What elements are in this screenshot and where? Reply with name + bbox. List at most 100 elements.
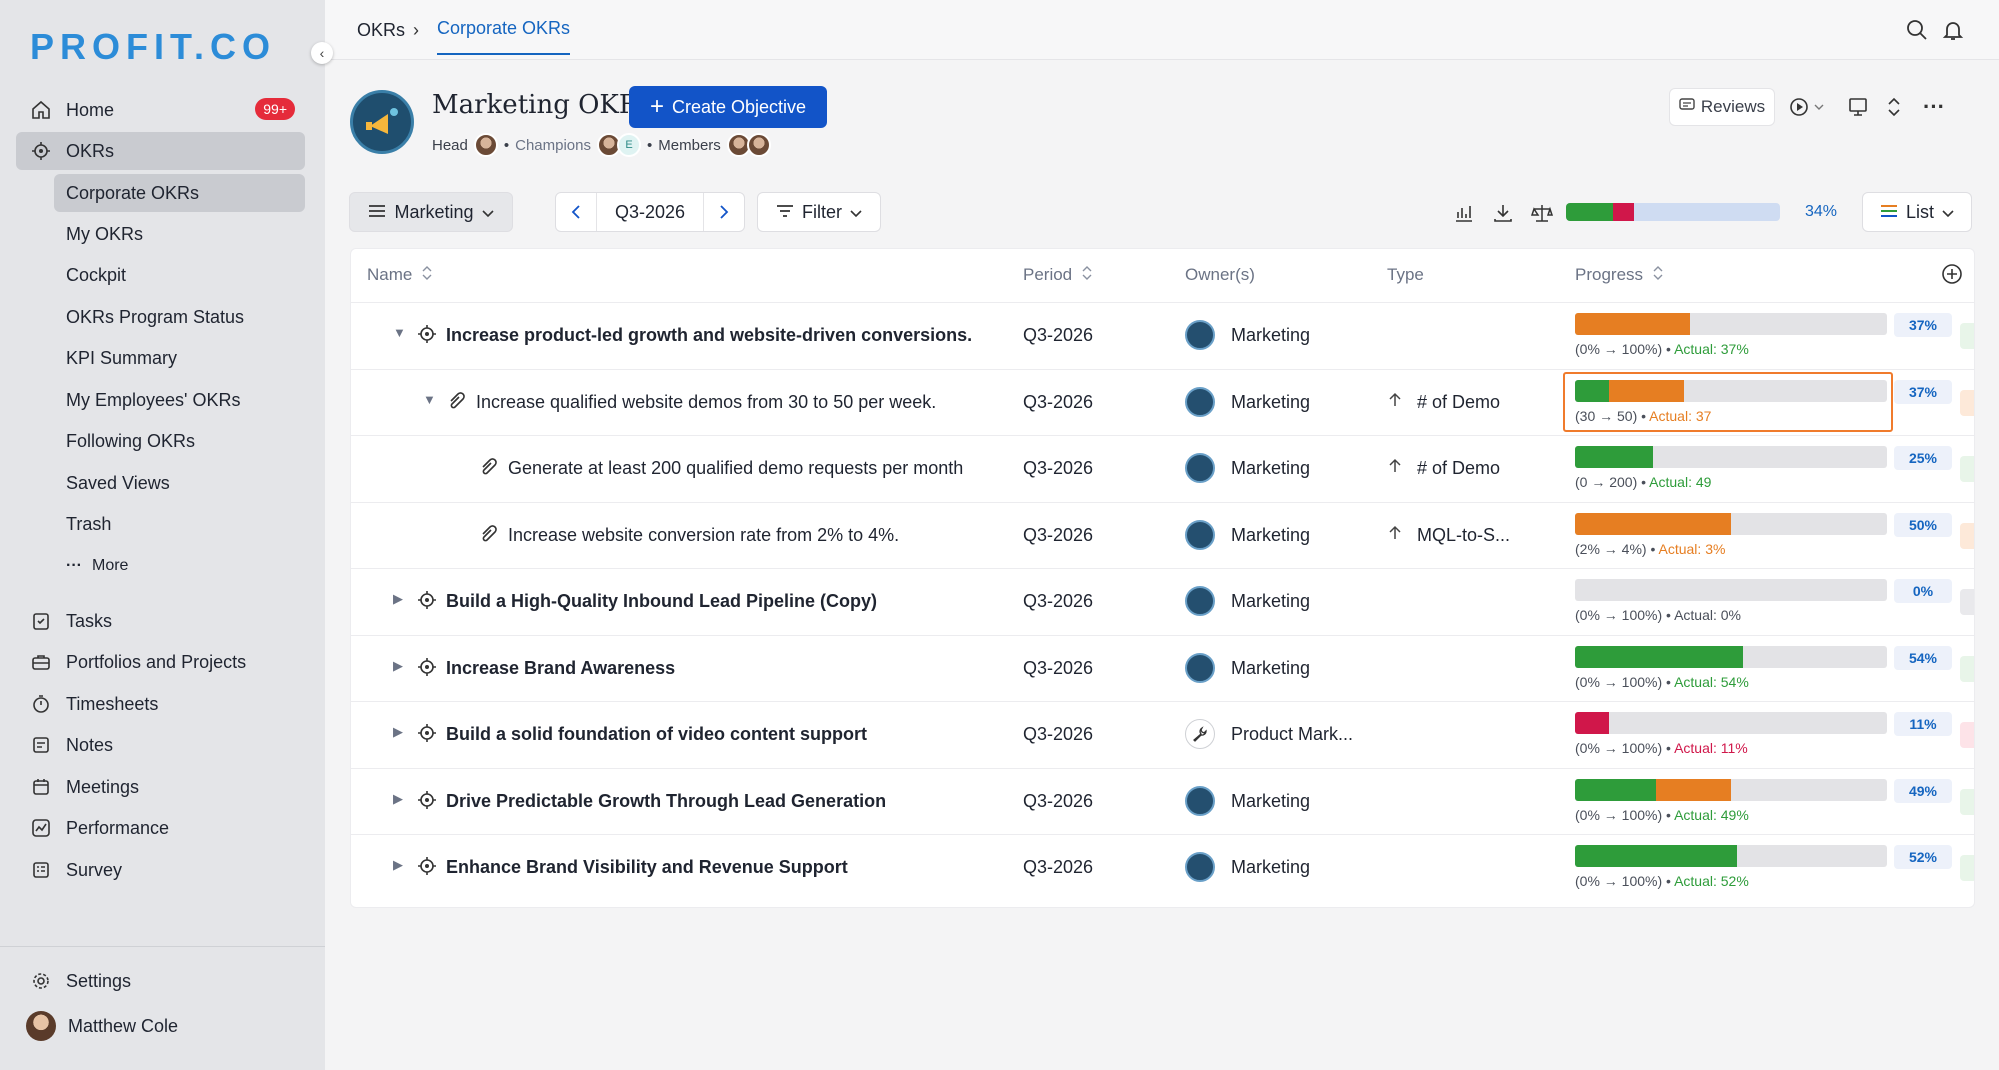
- expand-collapse-icon[interactable]: [1879, 92, 1909, 122]
- sidebar-item-timesheets[interactable]: Timesheets: [16, 685, 305, 723]
- progress-bar[interactable]: [1575, 778, 1887, 801]
- progress-bar[interactable]: [1575, 579, 1887, 601]
- member-avatar[interactable]: [746, 133, 771, 157]
- table-row[interactable]: ▶ Build a High-Quality Inbound Lead Pipel…: [351, 568, 1974, 634]
- analytics-icon[interactable]: [1449, 198, 1479, 228]
- play-dropdown-icon[interactable]: [1787, 92, 1831, 122]
- sidebar-item-settings[interactable]: Settings: [16, 962, 305, 1000]
- sidebar-subitem-corporate-okrs[interactable]: Corporate OKRs: [54, 174, 305, 212]
- reviews-button[interactable]: Reviews: [1669, 88, 1775, 126]
- sidebar-subitem-my-okrs[interactable]: My OKRs: [54, 215, 305, 253]
- sidebar-item-portfolios[interactable]: Portfolios and Projects: [16, 643, 305, 681]
- progress-bar[interactable]: [1575, 446, 1887, 468]
- okr-name[interactable]: Build a High-Quality Inbound Lead Pipeli…: [446, 591, 877, 612]
- sidebar-item-performance[interactable]: Performance: [16, 809, 305, 847]
- champion-initial-avatar[interactable]: E: [617, 133, 641, 157]
- previous-period-button[interactable]: [556, 193, 596, 231]
- status-flag[interactable]: [1960, 522, 1974, 549]
- sidebar-item-tasks[interactable]: Tasks: [16, 602, 305, 640]
- chevron-down-icon[interactable]: ▼: [393, 325, 406, 340]
- sidebar-subitem-trash[interactable]: Trash: [54, 505, 305, 543]
- okr-owner[interactable]: Marketing: [1231, 525, 1310, 546]
- okr-name[interactable]: Increase product-led growth and website-…: [446, 325, 972, 346]
- status-flag[interactable]: [1960, 655, 1974, 682]
- okr-owner[interactable]: Marketing: [1231, 392, 1310, 413]
- collapse-sidebar-button[interactable]: ‹: [311, 42, 333, 64]
- progress-bar[interactable]: [1575, 712, 1887, 734]
- head-avatar[interactable]: [473, 133, 498, 157]
- sidebar-item-notes[interactable]: Notes: [16, 726, 305, 764]
- sidebar-subitem-more[interactable]: ··· More: [54, 547, 305, 585]
- sidebar-item-okrs[interactable]: OKRs: [16, 132, 305, 170]
- okr-name[interactable]: Enhance Brand Visibility and Revenue Sup…: [446, 857, 848, 878]
- filter-button[interactable]: Filter: [757, 192, 881, 232]
- okr-owner[interactable]: Marketing: [1231, 658, 1310, 679]
- period-value[interactable]: Q3-2026: [596, 193, 704, 231]
- user-profile[interactable]: Matthew Cole: [16, 1007, 305, 1045]
- create-objective-button[interactable]: + Create Objective: [629, 86, 827, 128]
- table-row[interactable]: ▼ Increase product-led growth and website…: [351, 302, 1974, 368]
- sidebar-item-meetings[interactable]: Meetings: [16, 768, 305, 806]
- progress-bar[interactable]: [1575, 512, 1887, 535]
- search-icon[interactable]: [1903, 16, 1931, 44]
- sidebar-subitem-saved-views[interactable]: Saved Views: [54, 464, 305, 502]
- table-row[interactable]: Increase website conversion rate from 2%…: [351, 501, 1974, 568]
- sidebar-subitem-employees-okrs[interactable]: My Employees' OKRs: [54, 381, 305, 419]
- progress-bar[interactable]: [1575, 845, 1887, 867]
- column-header-progress[interactable]: Progress: [1575, 265, 1663, 285]
- status-flag[interactable]: [1960, 788, 1974, 815]
- okr-name[interactable]: Increase Brand Awareness: [446, 658, 675, 679]
- column-header-period[interactable]: Period: [1023, 265, 1092, 285]
- view-selector[interactable]: List: [1862, 192, 1972, 232]
- okr-owner[interactable]: Marketing: [1231, 591, 1310, 612]
- progress-bar[interactable]: [1575, 313, 1887, 335]
- chevron-down-icon[interactable]: ▼: [423, 392, 436, 407]
- sidebar-item-home[interactable]: Home 99+: [16, 91, 305, 129]
- sidebar-subitem-cockpit[interactable]: Cockpit: [54, 256, 305, 294]
- okr-owner[interactable]: Marketing: [1231, 458, 1310, 479]
- chevron-right-icon[interactable]: ▶: [393, 724, 403, 740]
- table-row[interactable]: ▶ Increase Brand Awareness Q3-2026 Marketin…: [351, 634, 1974, 701]
- okr-owner[interactable]: Marketing: [1231, 325, 1310, 346]
- progress-bar[interactable]: [1575, 645, 1887, 668]
- table-row[interactable]: ▶ Build a solid foundation of video conte…: [351, 701, 1974, 767]
- okr-owner[interactable]: Product Mark...: [1231, 724, 1353, 745]
- sidebar-subitem-program-status[interactable]: OKRs Program Status: [54, 298, 305, 336]
- status-flag[interactable]: [1960, 389, 1974, 416]
- table-row[interactable]: ▼ Increase qualified website demos from 3…: [351, 368, 1974, 435]
- presentation-icon[interactable]: [1843, 92, 1873, 122]
- chevron-right-icon[interactable]: ▶: [393, 591, 403, 607]
- status-flag[interactable]: [1960, 722, 1974, 748]
- table-row[interactable]: ▶ Drive Predictable Growth Through Lead G…: [351, 767, 1974, 834]
- bell-icon[interactable]: [1939, 16, 1967, 44]
- breadcrumb-current[interactable]: Corporate OKRs: [437, 18, 571, 55]
- sidebar-item-survey[interactable]: Survey: [16, 851, 305, 889]
- column-header-name[interactable]: Name: [367, 265, 432, 285]
- okr-name[interactable]: Increase qualified website demos from 30…: [476, 392, 936, 413]
- status-flag[interactable]: [1960, 589, 1974, 615]
- okr-owner[interactable]: Marketing: [1231, 857, 1310, 878]
- chevron-right-icon[interactable]: ▶: [393, 791, 403, 807]
- chevron-right-icon[interactable]: ▶: [393, 658, 403, 674]
- table-row[interactable]: Generate at least 200 qualified demo req…: [351, 435, 1974, 501]
- sidebar-subitem-following-okrs[interactable]: Following OKRs: [54, 422, 305, 460]
- more-options-icon[interactable]: ···: [1919, 92, 1949, 122]
- okr-name[interactable]: Drive Predictable Growth Through Lead Ge…: [446, 791, 886, 812]
- chevron-right-icon[interactable]: ▶: [393, 857, 403, 873]
- okr-name[interactable]: Build a solid foundation of video conten…: [446, 724, 867, 745]
- sidebar-subitem-kpi-summary[interactable]: KPI Summary: [54, 339, 305, 377]
- okr-owner[interactable]: Marketing: [1231, 791, 1310, 812]
- balance-scale-icon[interactable]: [1527, 198, 1557, 228]
- next-period-button[interactable]: [704, 193, 744, 231]
- okr-name[interactable]: Increase website conversion rate from 2%…: [508, 525, 899, 546]
- status-flag[interactable]: [1960, 855, 1974, 881]
- status-flag[interactable]: [1960, 456, 1974, 482]
- okr-name[interactable]: Generate at least 200 qualified demo req…: [508, 458, 963, 479]
- sort-icon: [1082, 265, 1092, 285]
- group-selector[interactable]: Marketing: [349, 192, 513, 232]
- download-icon[interactable]: [1488, 198, 1518, 228]
- add-column-icon[interactable]: [1941, 263, 1963, 285]
- status-flag[interactable]: [1960, 323, 1974, 349]
- table-row[interactable]: ▶ Enhance Brand Visibility and Revenue Su…: [351, 834, 1974, 900]
- breadcrumb-okrs[interactable]: OKRs: [357, 20, 405, 41]
